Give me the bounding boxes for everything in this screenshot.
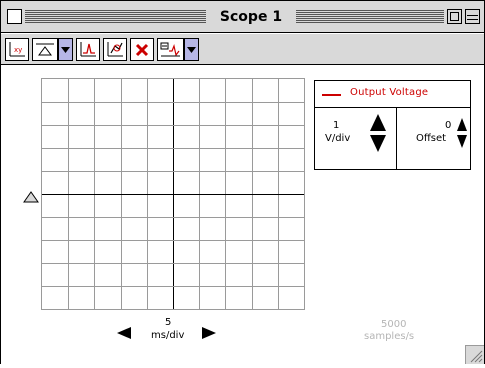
timebase-decrease-arrow-icon[interactable] — [116, 326, 132, 340]
scope-display-area: Output Voltage 1 V/div 0 Offset 5 ms/div… — [1, 66, 484, 364]
arrow-up-icon[interactable] — [370, 114, 386, 131]
collapse-box[interactable] — [465, 9, 480, 24]
sample-rate-unit: samples/s — [364, 331, 415, 342]
zoom-box[interactable] — [447, 9, 462, 24]
trigger-level-marker-icon[interactable] — [23, 191, 39, 203]
arrow-up-icon[interactable] — [457, 118, 467, 131]
window-title: Scope 1 — [206, 6, 296, 28]
analysis-button[interactable] — [103, 38, 127, 61]
analysis-icon — [107, 42, 123, 57]
delete-icon — [135, 43, 149, 56]
resize-grip-icon — [470, 350, 483, 363]
timebase-value: 5 — [165, 317, 172, 328]
close-box[interactable] — [7, 9, 22, 24]
delete-button[interactable] — [130, 38, 154, 61]
volts-per-div-stepper[interactable] — [369, 113, 387, 153]
title-bar[interactable]: Scope 1 — [1, 1, 484, 33]
timebase-unit: ms/div — [151, 330, 185, 341]
volts-per-div-unit: V/div — [325, 133, 351, 144]
scope-graticule — [42, 79, 304, 309]
offset-label: Offset — [416, 133, 447, 144]
xy-mode-icon: xy — [9, 42, 25, 57]
channel-icon — [160, 42, 180, 57]
toolbar: xy — [1, 34, 484, 65]
chevron-down-icon — [61, 46, 70, 53]
trigger-dropdown-button[interactable] — [58, 38, 73, 61]
trigger-icon — [36, 43, 54, 56]
arrow-down-icon[interactable] — [370, 135, 386, 152]
svg-text:xy: xy — [14, 46, 22, 54]
channel-button[interactable] — [157, 38, 184, 61]
arrow-down-icon[interactable] — [457, 135, 467, 148]
xy-mode-button[interactable]: xy — [5, 38, 29, 61]
trigger-button[interactable] — [32, 38, 58, 61]
panel-divider — [396, 108, 397, 169]
resize-grip[interactable] — [465, 345, 484, 364]
channel-settings-panel: Output Voltage 1 V/div 0 Offset — [314, 80, 471, 170]
scope-grid[interactable] — [41, 78, 305, 310]
channel-legend[interactable]: Output Voltage — [315, 81, 470, 108]
smooth-icon — [80, 42, 96, 57]
timebase-increase-arrow-icon[interactable] — [201, 326, 217, 340]
volts-per-div-value: 1 — [333, 120, 340, 131]
offset-value: 0 — [445, 120, 452, 131]
chevron-down-icon — [187, 46, 196, 53]
sample-rate-value: 5000 — [381, 319, 407, 330]
smooth-button[interactable] — [76, 38, 100, 61]
trace-color-swatch — [322, 94, 341, 96]
channel-legend-label: Output Voltage — [350, 87, 429, 98]
channel-dropdown-button[interactable] — [184, 38, 199, 61]
scope-window: Scope 1 xy Output Voltage 1 V/div 0 Offs… — [0, 0, 485, 364]
offset-stepper[interactable] — [456, 117, 468, 149]
